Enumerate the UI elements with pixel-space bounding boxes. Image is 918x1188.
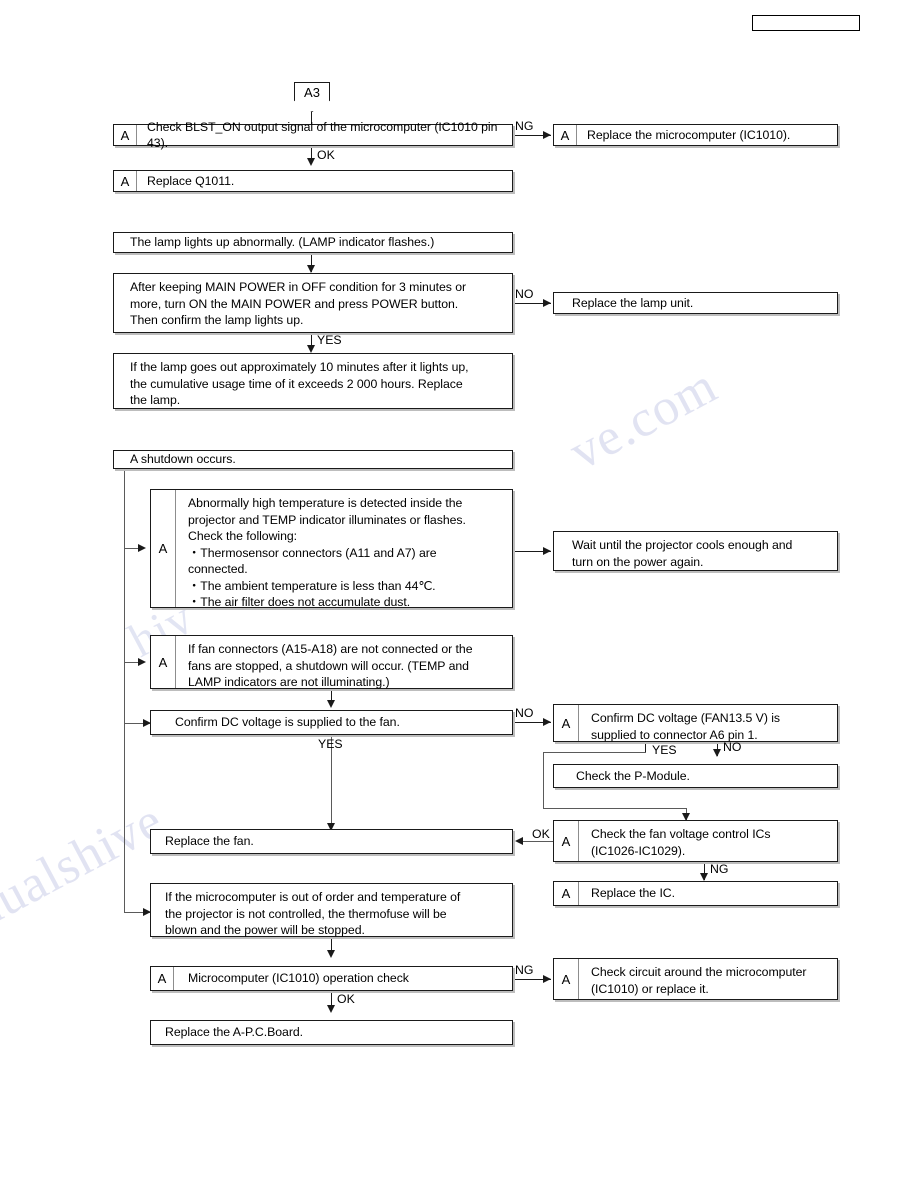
- label-ng: NG: [515, 119, 534, 133]
- arrowhead-down-ng: [700, 873, 708, 881]
- box-text: Replace the microcomputer (IC1010).: [587, 127, 791, 142]
- box-check-fan-voltage-control-ics[interactable]: A Check the fan voltage control ICs (IC1…: [553, 820, 838, 862]
- box-text: Check the fan voltage control ICs (IC102…: [591, 827, 771, 858]
- arrowhead-down-pmodule: [713, 749, 721, 757]
- arrowhead-down-yes: [307, 345, 315, 353]
- line-a6-yes-right: [543, 808, 686, 809]
- box-text: Check BLST_ON output signal of the micro…: [147, 119, 498, 151]
- box-marker: A: [554, 705, 579, 741]
- box-high-temperature-check[interactable]: A Abnormally high temperature is detecte…: [150, 489, 513, 609]
- line-shutdown-trunk: [124, 469, 125, 913]
- arrowhead-down-lamp: [307, 265, 315, 273]
- box-text: Wait until the projector cools enough an…: [572, 538, 793, 569]
- box-text: Microcomputer (IC1010) operation check: [188, 971, 409, 986]
- label-yes: YES: [317, 333, 342, 347]
- connector-a3: A3: [294, 82, 330, 112]
- connector-a3-label: A3: [304, 85, 320, 100]
- box-replace-fan[interactable]: Replace the fan.: [150, 829, 513, 854]
- arrowhead-left-ok: [515, 836, 523, 845]
- box-marker: A: [151, 490, 176, 607]
- box-replace-q1011[interactable]: A Replace Q1011.: [113, 170, 513, 192]
- box-text: Replace Q1011.: [147, 173, 235, 188]
- box-marker: A: [151, 967, 174, 990]
- box-fan-connectors-check[interactable]: A If fan connectors (A15-A18) are not co…: [150, 635, 513, 689]
- box-confirm-dc-voltage-fan[interactable]: Confirm DC voltage is supplied to the fa…: [150, 710, 513, 735]
- box-lamp-cumulative-usage: If the lamp goes out approximately 10 mi…: [113, 353, 513, 409]
- box-confirm-dc-voltage-a6[interactable]: A Confirm DC voltage (FAN13.5 V) is supp…: [553, 704, 838, 742]
- box-text: Check the P-Module.: [576, 768, 690, 783]
- label-yes: YES: [318, 737, 343, 751]
- box-check-p-module[interactable]: Check the P-Module.: [553, 764, 838, 788]
- box-text: Replace the A-P.C.Board.: [165, 1025, 304, 1040]
- box-replace-microcomputer[interactable]: A Replace the microcomputer (IC1010).: [553, 124, 838, 146]
- box-text: Confirm DC voltage (FAN13.5 V) is suppli…: [591, 711, 781, 742]
- arrowhead-right-dc-no: [543, 717, 551, 726]
- box-text: Confirm DC voltage is supplied to the fa…: [175, 715, 400, 730]
- box-replace-ic[interactable]: A Replace the IC.: [553, 881, 838, 906]
- arrowhead-down-confirm-dc: [327, 700, 335, 708]
- label-ok: OK: [317, 148, 335, 162]
- line-a6-yes-vert: [543, 752, 544, 808]
- label-no: NO: [515, 287, 534, 301]
- box-confirm-lamp-lights[interactable]: After keeping MAIN POWER in OFF conditio…: [113, 273, 513, 333]
- box-marker: A: [554, 959, 579, 999]
- box-marker: A: [151, 636, 176, 688]
- box-text: If fan connectors (A15-A18) are not conn…: [188, 642, 473, 689]
- box-text: Abnormally high temperature is detected …: [188, 496, 466, 609]
- page-header-box: [752, 15, 860, 31]
- box-marker: A: [554, 125, 577, 145]
- arrowhead-right-fan-connectors: [138, 657, 146, 666]
- flowchart-layer: A3 A Check BLST_ON output signal of the …: [0, 0, 918, 1188]
- label-ng: NG: [515, 963, 534, 977]
- service-manual-page: ve.com anualshive hiv A3 A Check BLST_ON…: [0, 0, 918, 1188]
- label-ok: OK: [532, 827, 550, 841]
- label-no: NO: [723, 740, 742, 754]
- box-lamp-abnormal-title: The lamp lights up abnormally. (LAMP ind…: [113, 232, 513, 253]
- box-shutdown-title: A shutdown occurs.: [113, 450, 513, 469]
- box-marker: A: [554, 882, 579, 905]
- box-marker: A: [554, 821, 579, 861]
- arrowhead-right-ng: [543, 130, 551, 139]
- box-replace-lamp-unit[interactable]: Replace the lamp unit.: [553, 292, 838, 314]
- box-marker: A: [114, 171, 137, 191]
- box-text: After keeping MAIN POWER in OFF conditio…: [130, 280, 467, 327]
- line-fan-ics-ok: [522, 841, 553, 842]
- box-text: If the lamp goes out approximately 10 mi…: [130, 360, 469, 407]
- box-text: Replace the fan.: [165, 834, 254, 849]
- arrowhead-down-ok: [307, 158, 315, 166]
- box-wait-projector-cools: Wait until the projector cools enough an…: [553, 531, 838, 571]
- arrowhead-right-micom-ng: [543, 974, 551, 983]
- box-text: Check circuit around the microcomputer (…: [591, 965, 807, 996]
- box-thermofuse-note: If the microcomputer is out of order and…: [150, 883, 513, 937]
- arrowhead-right-no: [543, 298, 551, 307]
- box-text: If the microcomputer is out of order and…: [165, 890, 461, 937]
- box-text: The lamp lights up abnormally. (LAMP ind…: [130, 235, 435, 250]
- box-text: A shutdown occurs.: [130, 452, 236, 467]
- box-text: Replace the IC.: [591, 886, 676, 901]
- line-a6-yes-left: [543, 752, 646, 753]
- arrowhead-down-apc: [327, 1005, 335, 1013]
- arrowhead-down-micom: [327, 950, 335, 958]
- box-replace-apc-board[interactable]: Replace the A-P.C.Board.: [150, 1020, 513, 1045]
- arrowhead-right-high-temp: [138, 543, 146, 552]
- box-marker: A: [114, 125, 137, 145]
- label-ng: NG: [710, 862, 729, 876]
- label-no: NO: [515, 706, 534, 720]
- label-yes: YES: [652, 743, 677, 757]
- box-text: Replace the lamp unit.: [572, 295, 694, 310]
- label-ok: OK: [337, 992, 355, 1006]
- box-check-blst-on[interactable]: A Check BLST_ON output signal of the mic…: [113, 120, 513, 150]
- box-microcomputer-operation-check[interactable]: A Microcomputer (IC1010) operation check: [150, 966, 513, 991]
- box-check-circuit-microcomputer[interactable]: A Check circuit around the microcomputer…: [553, 958, 838, 1000]
- line-a6-yes-down: [645, 742, 646, 752]
- arrowhead-right-wait: [543, 546, 551, 555]
